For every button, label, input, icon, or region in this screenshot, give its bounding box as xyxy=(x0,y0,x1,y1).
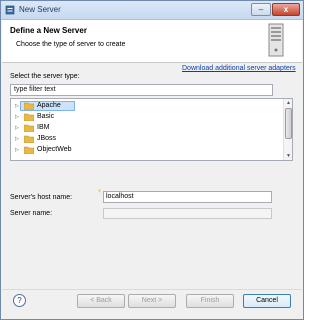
tree-item-objectweb[interactable]: ▷ ObjectWeb xyxy=(11,145,281,155)
tree-scrollbar[interactable]: ▲ ▼ xyxy=(283,99,292,160)
server-type-filter-input[interactable]: type filter text xyxy=(10,84,273,96)
expand-arrow-icon[interactable]: ▷ xyxy=(15,103,19,109)
eclipse-app-icon xyxy=(5,5,15,15)
expand-arrow-icon[interactable]: ▷ xyxy=(15,125,19,131)
tree-item-label: ObjectWeb xyxy=(37,146,72,153)
close-button[interactable]: x xyxy=(272,3,300,16)
tree-item-basic[interactable]: ▷ Basic xyxy=(11,112,281,122)
tree-item-label: Basic xyxy=(37,113,55,120)
next-button[interactable]: Next > xyxy=(128,294,176,308)
download-adapters-link[interactable]: Download additional server adapters xyxy=(182,65,296,72)
folder-icon xyxy=(24,146,34,154)
scroll-up-icon[interactable]: ▲ xyxy=(284,99,292,107)
tree-item-jboss[interactable]: ▷ JBoss xyxy=(11,134,281,144)
cancel-button[interactable]: Cancel xyxy=(243,294,291,308)
help-button[interactable]: ? xyxy=(13,294,26,307)
title-bar[interactable]: New Server – x xyxy=(1,1,303,20)
scroll-down-icon[interactable]: ▼ xyxy=(284,152,292,160)
server-tower-icon xyxy=(268,23,284,57)
back-button[interactable]: < Back xyxy=(77,294,125,308)
tree-item-label: IBM xyxy=(37,124,50,131)
host-name-label: Server's host name: xyxy=(10,194,73,201)
footer-divider xyxy=(2,289,302,290)
new-server-window: New Server – x Define a New Server Choos… xyxy=(0,0,304,320)
server-name-label: Server name: xyxy=(10,210,53,217)
tree-item-apache[interactable]: ▷ Apache xyxy=(11,101,281,111)
wizard-header: Define a New Server Choose the type of s… xyxy=(2,20,302,63)
expand-arrow-icon[interactable]: ▷ xyxy=(15,147,19,153)
expand-arrow-icon[interactable]: ▷ xyxy=(15,136,19,142)
minimize-button[interactable]: – xyxy=(251,3,271,16)
scrollbar-thumb[interactable] xyxy=(285,108,292,139)
folder-icon xyxy=(24,102,34,110)
server-type-tree[interactable]: ▷ Apache ▷ Basic ▷ IBM ▷ JBoss ▷ ObjectW… xyxy=(10,98,293,161)
window-title: New Server xyxy=(19,5,61,14)
tree-item-label: JBoss xyxy=(37,135,57,142)
host-name-input[interactable]: localhost xyxy=(103,191,272,203)
finish-button[interactable]: Finish xyxy=(186,294,234,308)
folder-icon xyxy=(24,135,34,143)
page-description: Choose the type of server to create xyxy=(16,41,126,48)
tree-item-ibm[interactable]: ▷ IBM xyxy=(11,123,281,133)
folder-icon xyxy=(24,113,34,121)
tree-item-label: Apache xyxy=(37,102,61,109)
server-type-label: Select the server type: xyxy=(10,73,80,80)
expand-arrow-icon[interactable]: ▷ xyxy=(15,114,19,120)
server-name-input[interactable] xyxy=(103,208,272,219)
page-title: Define a New Server xyxy=(10,26,87,35)
folder-icon xyxy=(24,124,34,132)
info-decoration-icon: ♀ xyxy=(97,188,103,195)
